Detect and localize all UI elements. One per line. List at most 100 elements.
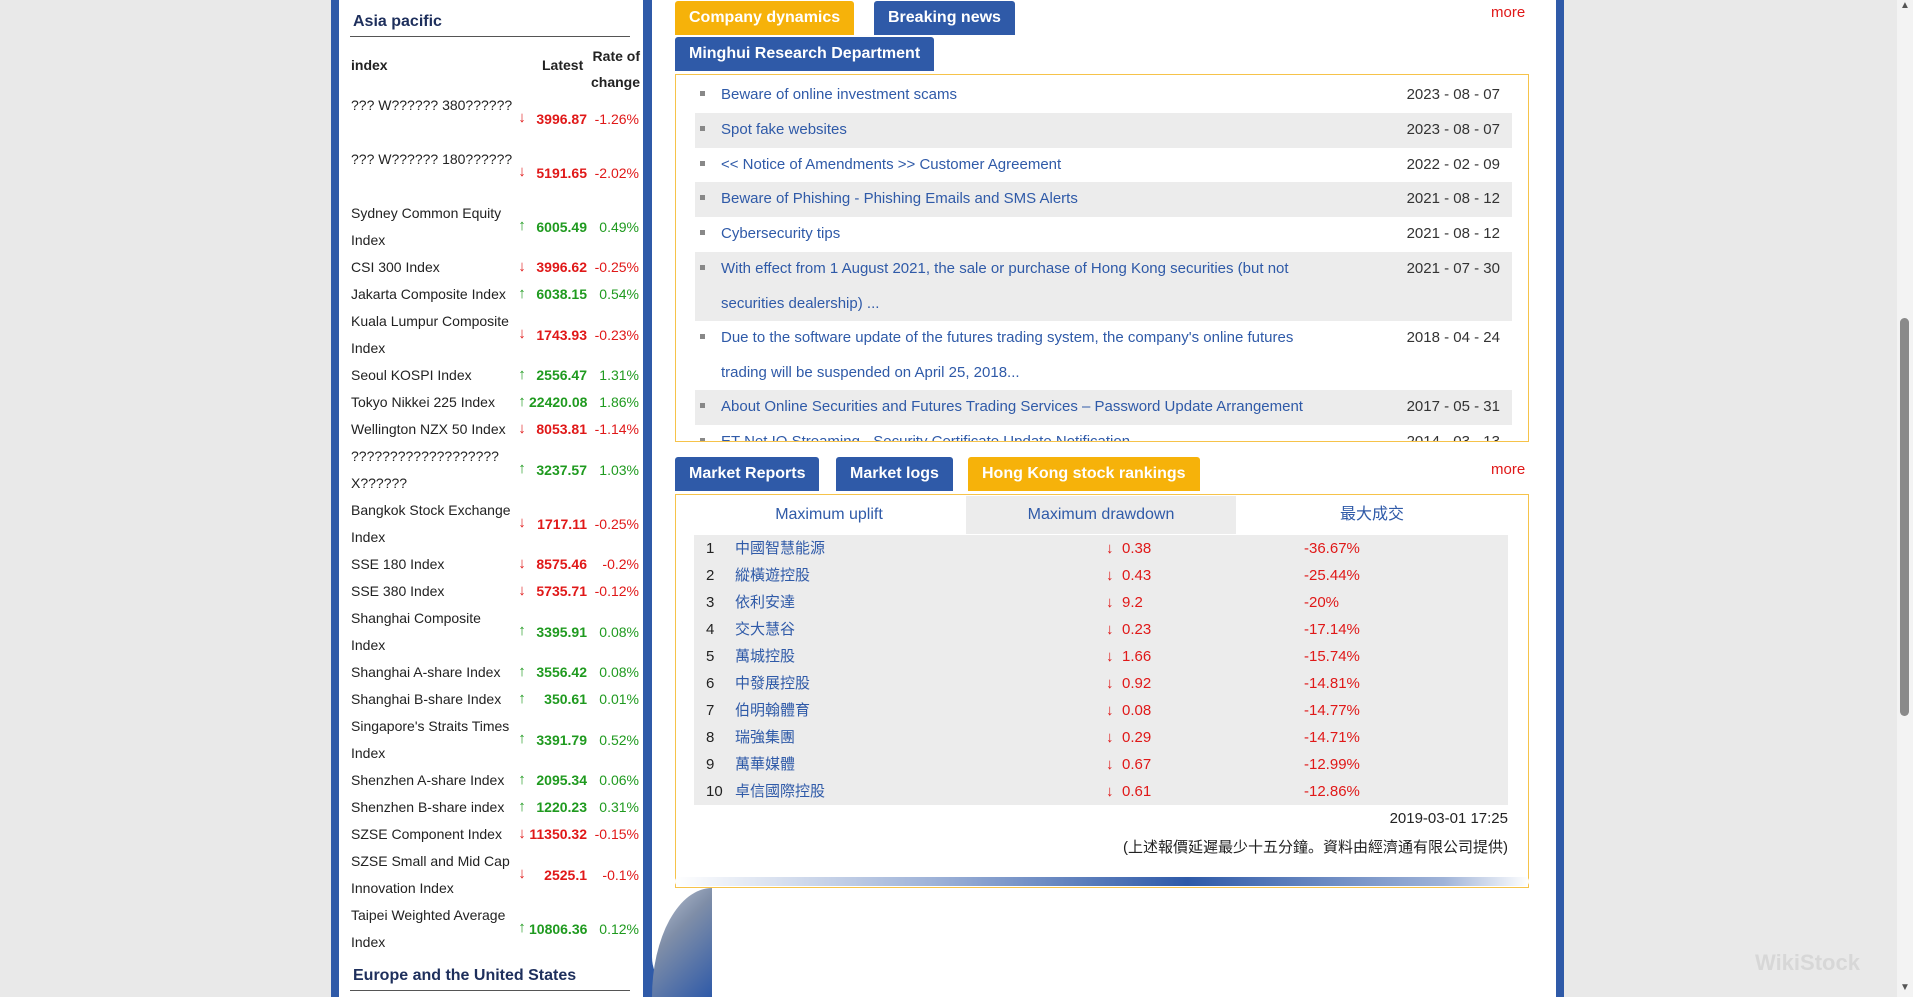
- tab-hk-stock-rankings[interactable]: Hong Kong stock rankings: [968, 457, 1200, 491]
- table-row[interactable]: 10 卓信國際控股 ↓ 0.61 -12.86%: [694, 778, 1508, 805]
- index-name[interactable]: SZSE Small and Mid Cap Innovation Index: [351, 848, 516, 902]
- tab-market-logs[interactable]: Market logs: [836, 457, 953, 491]
- index-name[interactable]: CSI 300 Index: [351, 254, 516, 281]
- index-row[interactable]: Wellington NZX 50 Index ↓ 8053.81 -1.14%: [351, 416, 639, 443]
- index-latest: 3996.87: [536, 111, 587, 127]
- news-item[interactable]: Cybersecurity tips 2021 - 08 - 12: [695, 217, 1512, 252]
- stock-name[interactable]: 卓信國際控股: [735, 778, 825, 805]
- stock-name[interactable]: 中國智慧能源: [735, 535, 825, 562]
- tab-company-dynamics[interactable]: Company dynamics: [675, 1, 855, 35]
- index-row[interactable]: Shanghai B-share Index ↑ 350.61 0.01%: [351, 686, 639, 713]
- table-row[interactable]: 5 萬城控股 ↓ 1.66 -15.74%: [694, 643, 1508, 670]
- index-name[interactable]: Shenzhen A-share Index: [351, 767, 516, 794]
- index-name[interactable]: SSE 380 Index: [351, 578, 516, 605]
- index-row[interactable]: Seoul KOSPI Index ↑ 2556.47 1.31%: [351, 362, 639, 389]
- index-name[interactable]: SSE 180 Index: [351, 551, 516, 578]
- news-title[interactable]: Beware of Phishing - Phishing Emails and…: [721, 182, 1341, 217]
- index-row[interactable]: Kuala Lumpur Composite Index ↓ 1743.93 -…: [351, 308, 639, 362]
- table-row[interactable]: 6 中發展控股 ↓ 0.92 -14.81%: [694, 670, 1508, 697]
- scrollbar-thumb[interactable]: [1900, 318, 1909, 716]
- index-row[interactable]: Shanghai A-share Index ↑ 3556.42 0.08%: [351, 659, 639, 686]
- index-row[interactable]: Shenzhen B-share index ↑ 1220.23 0.31%: [351, 794, 639, 821]
- news-item[interactable]: Beware of Phishing - Phishing Emails and…: [695, 182, 1512, 217]
- scroll-down-icon[interactable]: ▼: [1898, 982, 1912, 994]
- index-name[interactable]: ??? W?????? 180??????: [351, 146, 516, 173]
- index-row[interactable]: ??? W?????? 380?????? ↓ 3996.87 -1.26%: [351, 92, 639, 146]
- scroll-up-icon[interactable]: ▲: [1898, 0, 1912, 12]
- news-title[interactable]: Cybersecurity tips: [721, 217, 1341, 252]
- stock-name[interactable]: 交大慧谷: [735, 616, 795, 643]
- index-row[interactable]: SSE 180 Index ↓ 8575.46 -0.2%: [351, 551, 639, 578]
- index-name[interactable]: Shanghai A-share Index: [351, 659, 516, 686]
- stock-name[interactable]: 縱橫遊控股: [735, 562, 810, 589]
- news-title[interactable]: Beware of online investment scams: [721, 78, 1341, 113]
- index-name[interactable]: Jakarta Composite Index: [351, 281, 516, 308]
- news-title[interactable]: << Notice of Amendments >> Customer Agre…: [721, 148, 1341, 183]
- arrow-down-icon: ↓: [518, 825, 526, 842]
- index-row[interactable]: Jakarta Composite Index ↑ 6038.15 0.54%: [351, 281, 639, 308]
- index-name[interactable]: Shanghai B-share Index: [351, 686, 516, 713]
- stock-name[interactable]: 瑞強集團: [735, 724, 795, 751]
- table-row[interactable]: 1 中國智慧能源 ↓ 0.38 -36.67%: [694, 535, 1508, 562]
- index-row[interactable]: Singapore's Straits Times Index ↑ 3391.7…: [351, 713, 639, 767]
- table-row[interactable]: 3 依利安達 ↓ 9.2 -20%: [694, 589, 1508, 616]
- index-row[interactable]: Shanghai Composite Index ↑ 3395.91 0.08%: [351, 605, 639, 659]
- stock-name[interactable]: 伯明翰體育: [735, 697, 810, 724]
- index-name[interactable]: Shenzhen B-share index: [351, 794, 516, 821]
- news-item[interactable]: About Online Securities and Futures Trad…: [695, 390, 1512, 425]
- index-name[interactable]: Taipei Weighted Average Index: [351, 902, 516, 956]
- news-title[interactable]: ET Net IQ Streaming - Security Certifica…: [721, 425, 1341, 441]
- stock-name[interactable]: 中發展控股: [735, 670, 810, 697]
- stock-name[interactable]: 依利安達: [735, 589, 795, 616]
- index-name[interactable]: Singapore's Straits Times Index: [351, 713, 516, 767]
- index-row[interactable]: ??? W?????? 180?????? ↓ 5191.65 -2.02%: [351, 146, 639, 200]
- news-date: 2021 - 08 - 12: [1406, 225, 1500, 242]
- news-item[interactable]: With effect from 1 August 2021, the sale…: [695, 252, 1512, 321]
- news-item[interactable]: Beware of online investment scams 2023 -…: [695, 78, 1512, 113]
- subtab-max-volume[interactable]: 最大成交: [1237, 496, 1507, 534]
- index-row[interactable]: Sydney Common Equity Index ↑ 6005.49 0.4…: [351, 200, 639, 254]
- index-row[interactable]: SZSE Small and Mid Cap Innovation Index …: [351, 848, 639, 902]
- news-title[interactable]: Due to the software update of the future…: [721, 321, 1341, 390]
- index-name[interactable]: Sydney Common Equity Index: [351, 200, 516, 254]
- market-more-link[interactable]: more: [1491, 461, 1525, 478]
- index-name[interactable]: Seoul KOSPI Index: [351, 362, 516, 389]
- table-row[interactable]: 9 萬華媒體 ↓ 0.67 -12.99%: [694, 751, 1508, 778]
- tab-breaking-news[interactable]: Breaking news: [874, 1, 1015, 35]
- index-row[interactable]: SSE 380 Index ↓ 5735.71 -0.12%: [351, 578, 639, 605]
- index-row[interactable]: SZSE Component Index ↓ 11350.32 -0.15%: [351, 821, 639, 848]
- index-row[interactable]: Taipei Weighted Average Index ↑ 10806.36…: [351, 902, 639, 956]
- index-name[interactable]: Shanghai Composite Index: [351, 605, 516, 659]
- subtab-maximum-uplift[interactable]: Maximum uplift: [694, 496, 964, 534]
- tab-market-reports[interactable]: Market Reports: [675, 457, 820, 491]
- index-row[interactable]: Tokyo Nikkei 225 Index ↑ 22420.08 1.86%: [351, 389, 639, 416]
- index-name[interactable]: Bangkok Stock Exchange Index: [351, 497, 516, 551]
- index-name[interactable]: Wellington NZX 50 Index: [351, 416, 516, 443]
- news-item[interactable]: Spot fake websites 2023 - 08 - 07: [695, 113, 1512, 148]
- news-title[interactable]: About Online Securities and Futures Trad…: [721, 390, 1341, 425]
- subtab-maximum-drawdown[interactable]: Maximum drawdown: [966, 496, 1236, 534]
- table-row[interactable]: 8 瑞強集團 ↓ 0.29 -14.71%: [694, 724, 1508, 751]
- news-item[interactable]: << Notice of Amendments >> Customer Agre…: [695, 148, 1512, 182]
- index-name[interactable]: SZSE Component Index: [351, 821, 516, 848]
- news-item[interactable]: Due to the software update of the future…: [695, 321, 1512, 390]
- index-row[interactable]: CSI 300 Index ↓ 3996.62 -0.25%: [351, 254, 639, 281]
- table-row[interactable]: 4 交大慧谷 ↓ 0.23 -17.14%: [694, 616, 1508, 643]
- index-name[interactable]: ??????????????????? X??????: [351, 443, 516, 497]
- index-name[interactable]: ??? W?????? 380??????: [351, 92, 516, 119]
- stock-name[interactable]: 萬華媒體: [735, 751, 795, 778]
- index-name[interactable]: Kuala Lumpur Composite Index: [351, 308, 516, 362]
- index-row[interactable]: Shenzhen A-share Index ↑ 2095.34 0.06%: [351, 767, 639, 794]
- news-title[interactable]: With effect from 1 August 2021, the sale…: [721, 252, 1341, 321]
- news-item[interactable]: ET Net IQ Streaming - Security Certifica…: [695, 425, 1512, 441]
- stock-name[interactable]: 萬城控股: [735, 643, 795, 670]
- news-more-link[interactable]: more: [1491, 4, 1525, 21]
- tab-minghui-research[interactable]: Minghui Research Department: [675, 37, 935, 71]
- index-row[interactable]: ??????????????????? X?????? ↑ 3237.57 1.…: [351, 443, 639, 497]
- index-row[interactable]: Bangkok Stock Exchange Index ↓ 1717.11 -…: [351, 497, 639, 551]
- rankings-table: 1 中國智慧能源 ↓ 0.38 -36.67% 2 縱橫遊控股 ↓ 0.43 -…: [694, 535, 1508, 805]
- news-title[interactable]: Spot fake websites: [721, 113, 1341, 148]
- table-row[interactable]: 7 伯明翰體育 ↓ 0.08 -14.77%: [694, 697, 1508, 724]
- table-row[interactable]: 2 縱橫遊控股 ↓ 0.43 -25.44%: [694, 562, 1508, 589]
- index-name[interactable]: Tokyo Nikkei 225 Index: [351, 389, 516, 416]
